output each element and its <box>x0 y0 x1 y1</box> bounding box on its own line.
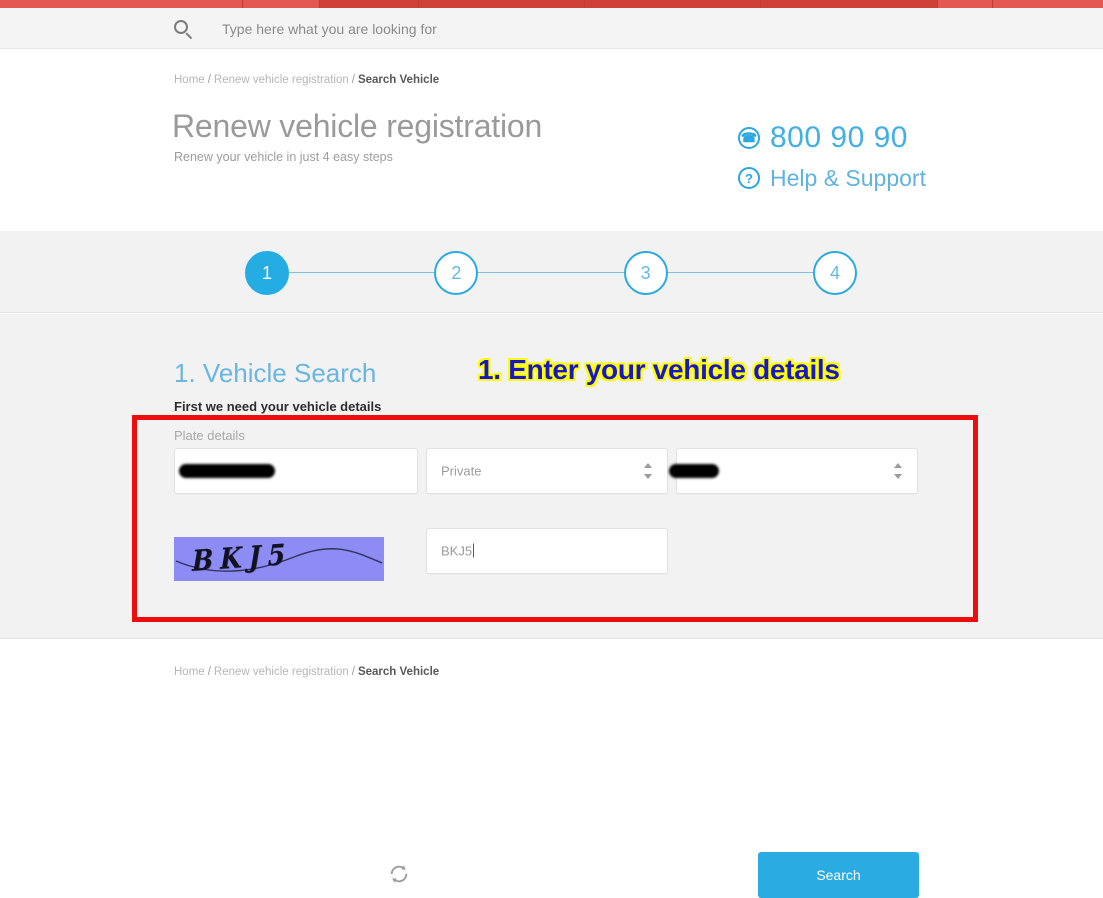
breadcrumb-home[interactable]: Home <box>174 74 205 86</box>
search-icon[interactable] <box>174 20 193 40</box>
search-icon-handle <box>185 32 193 40</box>
step-indicator: 1 2 3 4 <box>245 251 857 295</box>
breadcrumb-separator: / <box>207 74 211 86</box>
plate-code-select[interactable] <box>669 448 918 494</box>
phone-icon: ☎ <box>738 127 760 149</box>
step-track-line <box>269 272 833 273</box>
footer-breadcrumb-parent[interactable]: Renew vehicle registration <box>214 666 349 678</box>
step-4[interactable]: 4 <box>812 251 857 295</box>
chevron-updown-icon[interactable] <box>644 463 653 479</box>
page-subtitle: Renew your vehicle in just 4 easy steps <box>174 150 393 164</box>
top-nav-segment[interactable] <box>937 0 993 8</box>
breadcrumb-parent[interactable]: Renew vehicle registration <box>214 74 349 86</box>
captcha-input-value: BKJ5 <box>441 543 475 559</box>
top-nav-segment[interactable] <box>319 0 420 8</box>
search-button[interactable]: Search <box>758 852 919 898</box>
hero-section: Home / Renew vehicle registration / Search V… <box>0 50 1103 231</box>
top-nav-segment[interactable] <box>0 0 243 8</box>
breadcrumb-separator: / <box>351 666 355 678</box>
step-indicator-band: 1 2 3 4 <box>0 231 1103 313</box>
captcha-text: BKJ5 <box>192 537 293 578</box>
top-nav-strip[interactable] <box>0 0 1103 8</box>
top-nav-segment[interactable] <box>419 0 585 8</box>
phone-row[interactable]: ☎ 800 90 90 <box>738 118 926 158</box>
breadcrumb-current: Search Vehicle <box>357 74 440 86</box>
breadcrumb-separator: / <box>207 666 211 678</box>
vehicle-search-form: Plate details Private BKJ5 BKJ5 Search <box>0 314 1103 898</box>
contact-block: ☎ 800 90 90 ? Help & Support <box>738 118 926 198</box>
step-2[interactable]: 2 <box>434 251 479 295</box>
vehicle-search-section: 1. Vehicle Search First we need your veh… <box>0 314 1103 898</box>
top-nav-segment[interactable] <box>992 0 1103 8</box>
captcha-image: BKJ5 <box>174 537 384 581</box>
text-cursor <box>473 543 475 558</box>
plate-code-redaction <box>669 464 719 478</box>
step-1[interactable]: 1 <box>245 251 289 295</box>
plate-number-input[interactable] <box>174 448 418 494</box>
footer-breadcrumb-current: Search Vehicle <box>357 666 440 678</box>
question-mark-icon: ? <box>738 167 760 189</box>
page-title: Renew vehicle registration <box>172 108 543 144</box>
top-nav-segment[interactable] <box>584 0 762 8</box>
top-nav-segment[interactable] <box>761 0 938 8</box>
top-nav-segment[interactable] <box>242 0 320 8</box>
search-input[interactable] <box>222 17 842 41</box>
breadcrumb-separator: / <box>351 74 355 86</box>
breadcrumb: Home / Renew vehicle registration / Search V… <box>174 74 439 86</box>
plate-details-label: Plate details <box>174 428 245 443</box>
plate-category-select[interactable]: Private <box>426 448 668 494</box>
captcha-input[interactable]: BKJ5 <box>426 528 668 574</box>
help-support-row[interactable]: ? Help & Support <box>738 158 926 198</box>
refresh-icon[interactable] <box>388 863 410 885</box>
phone-number: 800 90 90 <box>770 121 908 154</box>
plate-category-value: Private <box>441 463 482 479</box>
footer-breadcrumb: Home / Renew vehicle registration / Search V… <box>174 666 439 678</box>
chevron-updown-icon[interactable] <box>894 463 903 479</box>
plate-number-redaction <box>179 464 275 478</box>
help-support-label: Help & Support <box>770 164 926 191</box>
site-search-bar <box>0 8 1103 49</box>
footer-breadcrumb-home[interactable]: Home <box>174 666 205 678</box>
step-3[interactable]: 3 <box>623 251 668 295</box>
footer-section: Home / Renew vehicle registration / Search V… <box>0 640 1103 678</box>
